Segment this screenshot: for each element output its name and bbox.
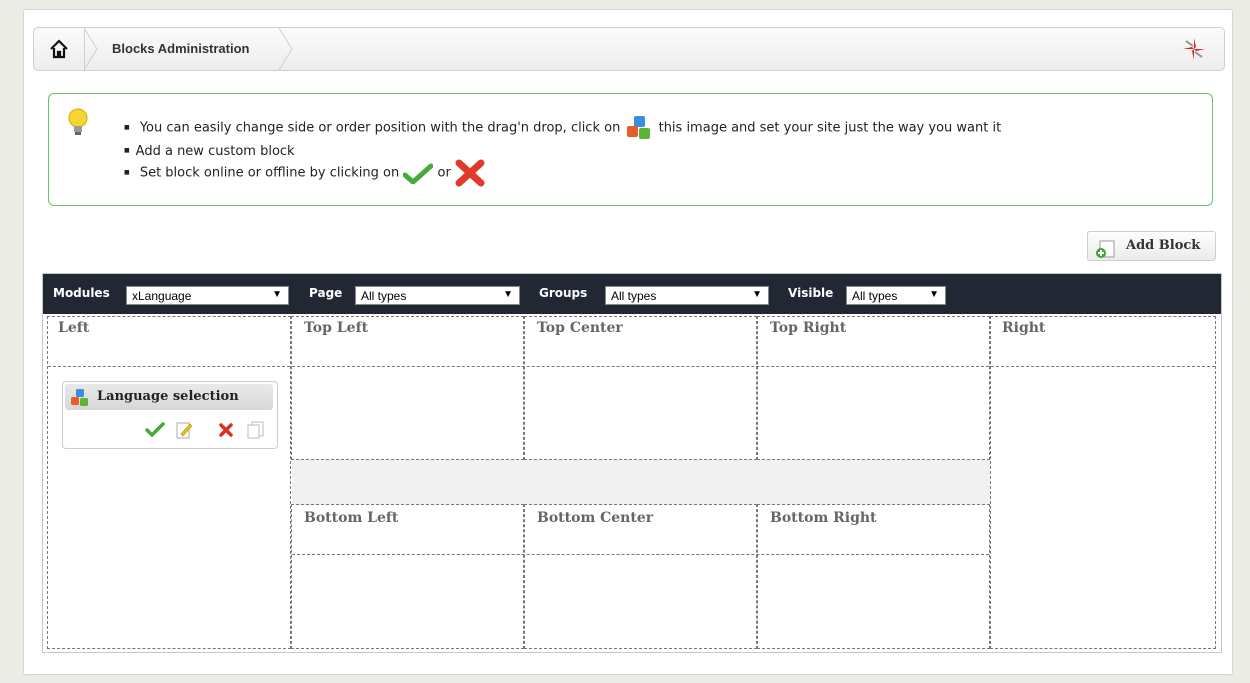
zone-divider — [48, 366, 290, 367]
add-document-icon — [1096, 240, 1115, 258]
logo-button[interactable] — [1164, 28, 1224, 70]
lightbulb-icon — [68, 108, 88, 135]
dropdown-arrow-icon: ▼ — [929, 289, 939, 300]
help-text: this image and set your site just the wa… — [658, 120, 1002, 136]
help-info-box: You can easily change side or order posi… — [48, 93, 1213, 206]
modules-value: xLanguage — [132, 289, 192, 303]
add-block-button[interactable]: Add Block — [1087, 231, 1216, 261]
zone-divider — [991, 366, 1215, 367]
help-item-status: Set block online or offline by clicking … — [124, 159, 485, 187]
edit-icon[interactable] — [175, 421, 195, 439]
dropdown-arrow-icon: ▼ — [752, 289, 762, 300]
visible-value: All types — [852, 289, 898, 303]
page-value: All types — [361, 289, 407, 303]
help-text: Set block online or offline by clicking … — [139, 165, 400, 181]
language-selection-block[interactable]: Language selection — [62, 381, 278, 449]
visible-label: Visible — [788, 286, 834, 300]
block-title: Language selection — [97, 389, 239, 404]
drag-blocks-icon — [627, 116, 651, 139]
zone-title-bottom-right: Bottom Right — [770, 510, 877, 526]
dropdown-arrow-icon: ▼ — [503, 289, 513, 300]
help-item-add: Add a new custom block — [124, 144, 295, 159]
logo-icon — [1183, 38, 1205, 60]
help-text: You can easily change side or order posi… — [139, 120, 621, 136]
zone-title-bottom-center: Bottom Center — [537, 510, 654, 526]
visible-select[interactable]: All types ▼ — [846, 286, 946, 305]
page-select[interactable]: All types ▼ — [355, 286, 520, 305]
zone-divider — [292, 366, 989, 367]
checkmark-icon — [403, 163, 434, 184]
red-x-icon — [455, 159, 485, 187]
breadcrumb-separator — [84, 28, 98, 70]
help-item-drag: You can easily change side or order posi… — [124, 113, 1001, 143]
zone-divider — [292, 554, 989, 555]
zone-title-bottom-left: Bottom Left — [304, 510, 399, 526]
home-button[interactable] — [34, 28, 85, 70]
home-icon — [50, 39, 68, 59]
center-drop-zone[interactable] — [292, 459, 990, 505]
breadcrumb-separator — [279, 28, 293, 70]
zone-top-left[interactable] — [291, 316, 524, 460]
page-label: Page — [309, 286, 343, 300]
zone-title-left: Left — [58, 320, 90, 336]
page-title: Blocks Administration — [112, 41, 250, 56]
zone-title-top-center: Top Center — [537, 320, 623, 336]
breadcrumb: Blocks Administration — [33, 27, 1225, 71]
modules-label: Modules — [53, 286, 110, 300]
zone-top-center[interactable] — [524, 316, 757, 460]
zone-title-top-left: Top Left — [304, 320, 369, 336]
zone-title-top-right: Top Right — [770, 320, 847, 336]
drag-blocks-icon — [71, 389, 88, 406]
groups-label: Groups — [539, 286, 588, 300]
zone-top-right[interactable] — [757, 316, 990, 460]
block-drag-handle[interactable]: Language selection — [65, 384, 273, 410]
filter-bar: Modules xLanguage ▼ Page All types ▼ Gro… — [43, 274, 1221, 314]
online-checkmark-icon[interactable] — [145, 421, 165, 437]
add-block-label: Add Block — [1126, 238, 1201, 253]
dropdown-arrow-icon: ▼ — [272, 289, 282, 300]
modules-select[interactable]: xLanguage ▼ — [126, 286, 289, 305]
zone-title-right: Right — [1002, 320, 1046, 336]
help-text: or — [437, 165, 451, 181]
groups-select[interactable]: All types ▼ — [605, 286, 769, 305]
groups-value: All types — [611, 289, 657, 303]
copy-icon[interactable] — [246, 421, 266, 439]
delete-icon[interactable] — [217, 421, 235, 439]
